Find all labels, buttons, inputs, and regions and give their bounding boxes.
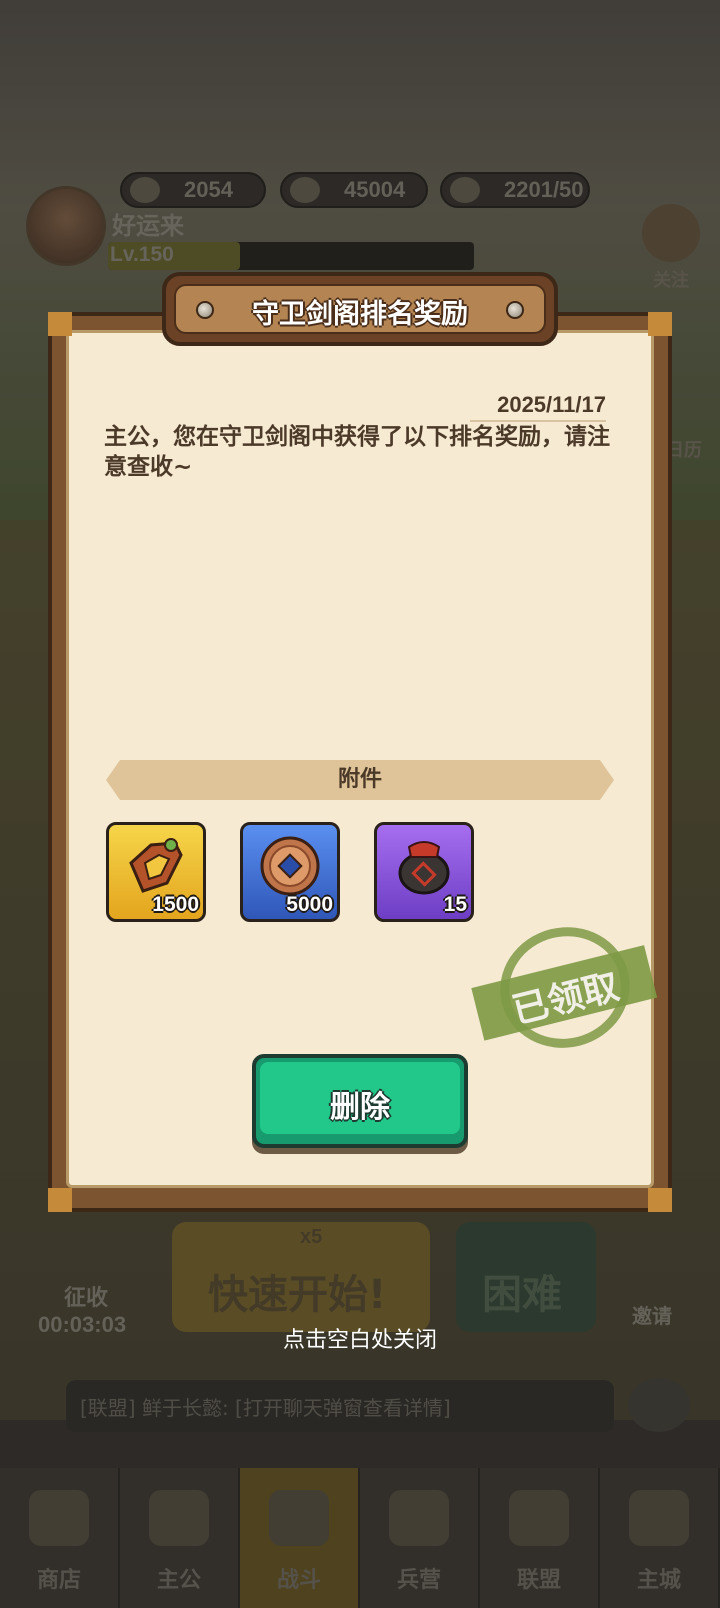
reward-item-copper-coin[interactable]: 5000 xyxy=(240,822,340,922)
wine-jar-icon xyxy=(398,841,450,895)
title-plaque: 守卫剑阁排名奖励 xyxy=(162,272,558,346)
frame-corner xyxy=(648,1188,672,1212)
frame-corner xyxy=(48,312,72,336)
dialog-title: 守卫剑阁排名奖励 xyxy=(252,299,468,330)
reward-count: 1500 xyxy=(152,893,199,916)
delete-button-label: 删除 xyxy=(330,1090,390,1125)
mail-body: 主公，您在守卫剑阁中获得了以下排名奖励，请注意查收~ xyxy=(104,424,610,480)
frame-corner xyxy=(48,1188,72,1212)
mail-date: 2025/11/17 xyxy=(470,392,606,422)
frame-corner xyxy=(648,312,672,336)
close-hint: 点击空白处关闭 xyxy=(282,1328,437,1353)
reward-item-jade[interactable]: 1500 xyxy=(106,822,206,922)
delete-button[interactable]: 删除 xyxy=(252,1054,468,1148)
copper-coin-icon xyxy=(260,836,320,896)
attachments-header: 附件 xyxy=(106,760,614,800)
reward-item-wine-jar[interactable]: 15 xyxy=(374,822,474,922)
reward-count: 15 xyxy=(443,893,467,916)
jade-ornament-icon xyxy=(129,838,183,893)
reward-count: 5000 xyxy=(286,893,333,916)
